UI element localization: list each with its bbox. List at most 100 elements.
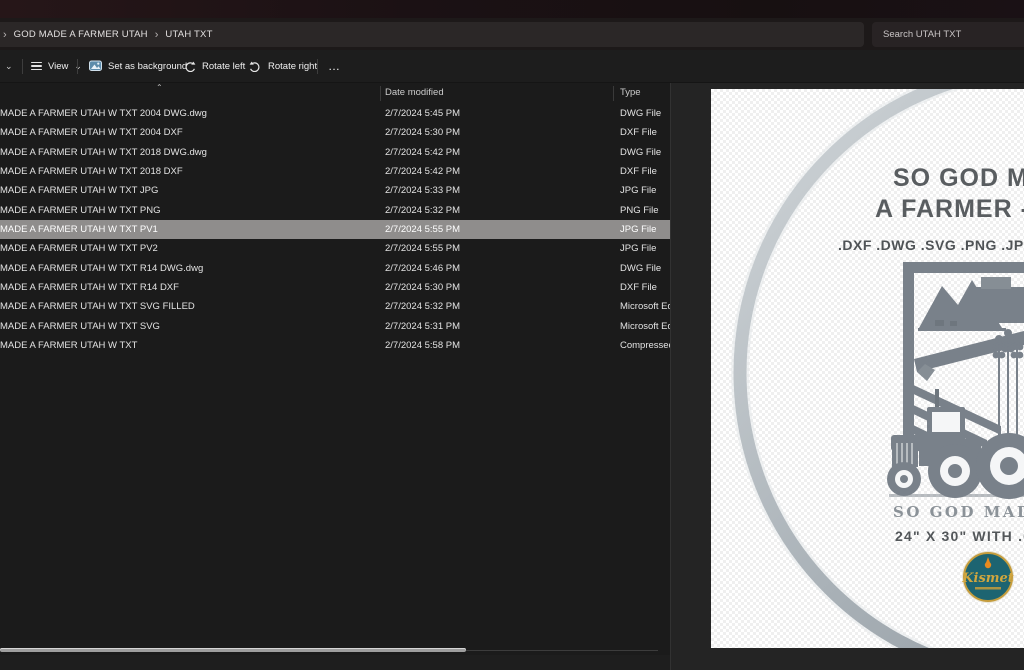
column-header-row: ⌃ Date modified Type — [0, 83, 670, 104]
search-box — [872, 22, 1024, 47]
breadcrumb-item-parent-folder[interactable]: GOD MADE A FARMER UTAH — [14, 29, 148, 40]
design-size-line: 24" X 30" WITH .05 — [895, 528, 1024, 544]
sort-ascending-icon: ⌃ — [156, 83, 163, 92]
set-as-background-button[interactable]: Set as background — [84, 50, 192, 82]
title-bar — [0, 0, 1024, 18]
command-toolbar: ⌄ View ⌄ Set as background Rotate left — [0, 50, 1024, 83]
table-row[interactable]: MADE A FARMER UTAH W TXT 2004 DXF 2/7/20… — [0, 123, 670, 142]
table-row[interactable]: MADE A FARMER UTAH W TXT R14 DWG.dwg 2/7… — [0, 259, 670, 278]
file-name: MADE A FARMER UTAH W TXT 2018 DWG.dwg — [0, 143, 207, 162]
farm-scene-graphic — [887, 262, 1024, 499]
table-row[interactable]: MADE A FARMER UTAH W TXT 2018 DWG.dwg 2/… — [0, 143, 670, 162]
file-name: MADE A FARMER UTAH W TXT SVG — [0, 317, 160, 336]
file-name: MADE A FARMER UTAH W TXT PV1 — [0, 220, 158, 239]
file-date-modified: 2/7/2024 5:33 PM — [385, 181, 460, 200]
rotate-left-button[interactable]: Rotate left — [178, 50, 250, 82]
kismet-logo-text: Kismet — [961, 571, 1014, 586]
file-type: DWG File — [620, 259, 670, 278]
toolbar-separator — [317, 59, 318, 74]
status-strip — [0, 655, 670, 670]
file-type: Microsoft Edge — [620, 297, 670, 316]
breadcrumb-chevron-icon: › — [148, 29, 166, 41]
rotate-left-label: Rotate left — [202, 61, 245, 72]
file-name: MADE A FARMER UTAH W TXT 2004 DWG.dwg — [0, 104, 207, 123]
file-type: PNG File — [620, 201, 670, 220]
address-bar[interactable]: › GOD MADE A FARMER UTAH › UTAH TXT — [0, 22, 864, 47]
view-button-label: View — [48, 61, 68, 72]
toolbar-separator — [22, 59, 23, 74]
breadcrumb-item-current-folder[interactable]: UTAH TXT — [165, 29, 212, 40]
column-header-type[interactable]: Type — [620, 87, 641, 98]
file-name: MADE A FARMER UTAH W TXT — [0, 336, 137, 355]
table-row[interactable]: MADE A FARMER UTAH W TXT SVG 2/7/2024 5:… — [0, 317, 670, 336]
column-header-date-modified[interactable]: Date modified — [385, 87, 444, 98]
preview-pane: SO GOD M A FARMER - .DXF .DWG .SVG .PNG … — [711, 89, 1024, 648]
kismet-logo: Kismet — [961, 551, 1014, 603]
file-date-modified: 2/7/2024 5:30 PM — [385, 278, 460, 297]
file-name: MADE A FARMER UTAH W TXT R14 DWG.dwg — [0, 259, 203, 278]
file-date-modified: 2/7/2024 5:42 PM — [385, 143, 460, 162]
table-row[interactable]: MADE A FARMER UTAH W TXT PV1 2/7/2024 5:… — [0, 220, 670, 239]
file-name: MADE A FARMER UTAH W TXT SVG FILLED — [0, 297, 195, 316]
file-name: MADE A FARMER UTAH W TXT PNG — [0, 201, 160, 220]
rotate-right-icon — [249, 60, 262, 72]
toolbar-expand-button[interactable]: ⌄ — [0, 50, 18, 82]
address-row: › GOD MADE A FARMER UTAH › UTAH TXT — [0, 18, 1024, 50]
rotate-left-icon — [183, 60, 196, 72]
file-type: Compressed (zip — [620, 336, 670, 355]
file-date-modified: 2/7/2024 5:45 PM — [385, 104, 460, 123]
file-name: MADE A FARMER UTAH W TXT R14 DXF — [0, 278, 179, 297]
file-date-modified: 2/7/2024 5:58 PM — [385, 336, 460, 355]
table-row[interactable]: MADE A FARMER UTAH W TXT 2/7/2024 5:58 P… — [0, 336, 670, 355]
scrollbar-thumb[interactable] — [0, 648, 466, 652]
file-date-modified: 2/7/2024 5:32 PM — [385, 297, 460, 316]
more-options-icon: … — [328, 59, 341, 73]
design-stylized-title: SO GOD MADE A — [893, 503, 1024, 521]
table-row[interactable]: MADE A FARMER UTAH W TXT R14 DXF 2/7/202… — [0, 278, 670, 297]
rotate-right-label: Rotate right — [268, 61, 317, 72]
column-separator[interactable] — [613, 86, 614, 101]
table-row[interactable]: MADE A FARMER UTAH W TXT PNG 2/7/2024 5:… — [0, 201, 670, 220]
file-type: DWG File — [620, 143, 670, 162]
breadcrumb-chevron-icon: › — [3, 29, 14, 41]
table-row[interactable]: MADE A FARMER UTAH W TXT 2004 DWG.dwg 2/… — [0, 104, 670, 123]
file-name: MADE A FARMER UTAH W TXT JPG — [0, 181, 158, 200]
design-headline-line2: A FARMER - — [875, 195, 1024, 223]
chevron-down-icon: ⌄ — [74, 61, 82, 72]
file-rows: MADE A FARMER UTAH W TXT 2004 DWG.dwg 2/… — [0, 104, 670, 355]
file-type: JPG File — [620, 239, 670, 258]
file-type: DXF File — [620, 123, 670, 142]
file-date-modified: 2/7/2024 5:42 PM — [385, 162, 460, 181]
view-layout-icon — [31, 60, 42, 73]
picture-icon — [89, 60, 102, 72]
design-formats-line: .DXF .DWG .SVG .PNG .JPG D — [838, 237, 1024, 253]
file-name: MADE A FARMER UTAH W TXT 2018 DXF — [0, 162, 183, 181]
table-row[interactable]: MADE A FARMER UTAH W TXT 2018 DXF 2/7/20… — [0, 162, 670, 181]
table-row[interactable]: MADE A FARMER UTAH W TXT SVG FILLED 2/7/… — [0, 297, 670, 316]
table-row[interactable]: MADE A FARMER UTAH W TXT JPG 2/7/2024 5:… — [0, 181, 670, 200]
column-separator[interactable] — [380, 86, 381, 101]
design-headline-line1: SO GOD M — [893, 164, 1024, 192]
file-date-modified: 2/7/2024 5:55 PM — [385, 220, 460, 239]
file-date-modified: 2/7/2024 5:32 PM — [385, 201, 460, 220]
file-type: Microsoft Edge — [620, 317, 670, 336]
file-date-modified: 2/7/2024 5:46 PM — [385, 259, 460, 278]
file-type: DXF File — [620, 162, 670, 181]
table-row[interactable]: MADE A FARMER UTAH W TXT PV2 2/7/2024 5:… — [0, 239, 670, 258]
more-options-button[interactable]: … — [323, 50, 346, 82]
search-input[interactable] — [881, 28, 1011, 41]
file-type: JPG File — [620, 181, 670, 200]
file-date-modified: 2/7/2024 5:55 PM — [385, 239, 460, 258]
chevron-down-icon: ⌄ — [5, 61, 13, 72]
file-type: DXF File — [620, 278, 670, 297]
file-name: MADE A FARMER UTAH W TXT 2004 DXF — [0, 123, 183, 142]
file-list-pane: ⌃ Date modified Type MADE A FARMER UTAH … — [0, 83, 670, 655]
file-date-modified: 2/7/2024 5:30 PM — [385, 123, 460, 142]
set-as-background-label: Set as background — [108, 61, 187, 72]
file-type: JPG File — [620, 220, 670, 239]
file-date-modified: 2/7/2024 5:31 PM — [385, 317, 460, 336]
horizontal-scrollbar — [0, 648, 658, 655]
file-type: DWG File — [620, 104, 670, 123]
rotate-right-button[interactable]: Rotate right — [244, 50, 322, 82]
preview-design-svg: SO GOD M A FARMER - .DXF .DWG .SVG .PNG … — [711, 89, 1024, 648]
